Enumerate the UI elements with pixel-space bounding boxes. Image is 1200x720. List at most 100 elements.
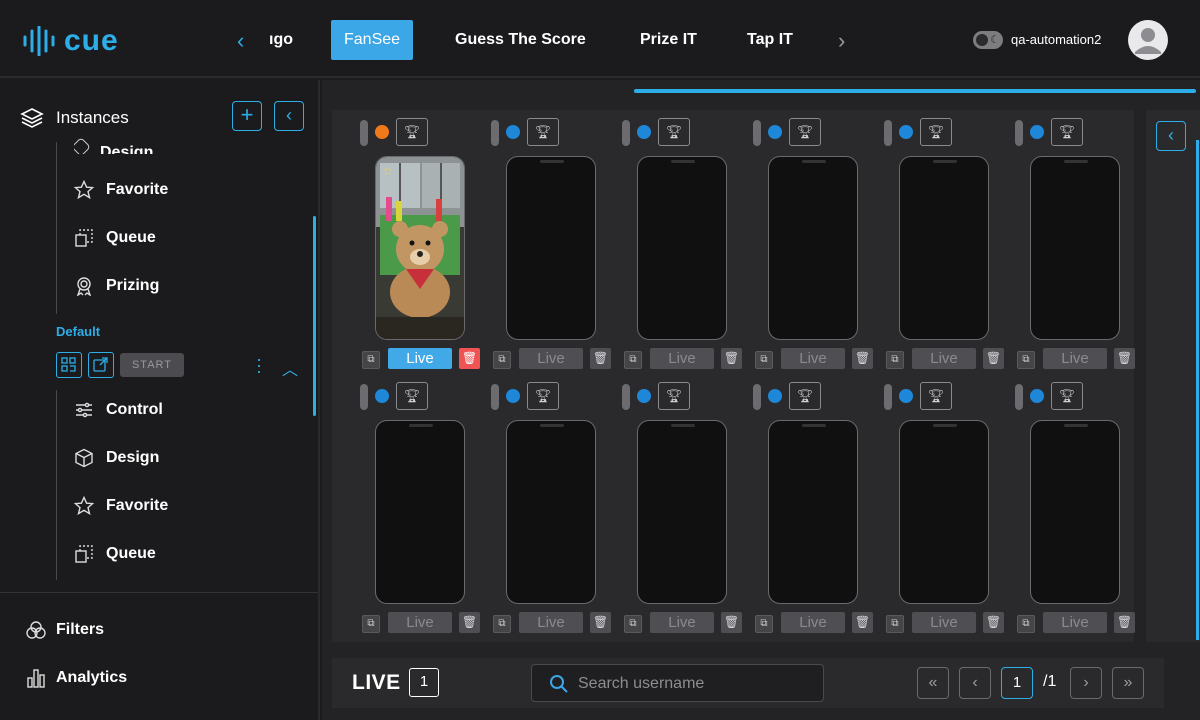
sidebar-item-control[interactable]: Control (74, 400, 163, 420)
copy-icon[interactable]: ⧉ (755, 615, 773, 633)
status-toggle[interactable] (491, 120, 499, 146)
sidebar-item-queue[interactable]: Queue (74, 544, 156, 564)
copy-icon[interactable]: ⧉ (624, 351, 642, 369)
qr-code-button[interactable] (56, 352, 82, 378)
status-toggle[interactable] (884, 120, 892, 146)
sidebar-item-queue[interactable]: Queue (74, 228, 156, 248)
trophy-icon[interactable]: 🏆︎ (920, 118, 952, 146)
copy-icon[interactable]: ⧉ (886, 351, 904, 369)
search-input[interactable] (578, 673, 808, 695)
chevron-up-icon[interactable]: ︿ (282, 356, 298, 380)
trophy-icon[interactable]: 🏆︎ (789, 118, 821, 146)
status-toggle[interactable] (491, 384, 499, 410)
live-button[interactable]: Live (388, 612, 452, 633)
live-button[interactable]: Live (388, 348, 452, 369)
tab-guess-the-score[interactable]: Guess The Score (442, 20, 599, 60)
open-external-button[interactable] (88, 352, 114, 378)
sidebar-item-design-partial[interactable]: Design (74, 136, 153, 154)
phone-preview[interactable] (1030, 420, 1120, 604)
sidebar-item-prizing[interactable]: Prizing (74, 276, 159, 296)
phone-preview[interactable]: ☆ (375, 156, 465, 340)
sidebar-item-design[interactable]: Design (74, 448, 159, 468)
phone-preview[interactable] (637, 156, 727, 340)
copy-icon[interactable]: ⧉ (886, 615, 904, 633)
prev-page-button[interactable]: ‹ (959, 667, 991, 699)
phone-preview[interactable] (899, 156, 989, 340)
copy-icon[interactable]: ⧉ (362, 351, 380, 369)
trophy-icon[interactable]: 🏆︎ (527, 118, 559, 146)
current-page[interactable]: 1 (1001, 667, 1033, 699)
start-button[interactable]: START (120, 353, 184, 377)
copy-icon[interactable]: ⧉ (624, 615, 642, 633)
sidebar-analytics[interactable]: Analytics (26, 668, 127, 688)
trash-icon[interactable]: 🗑︎ (1114, 348, 1135, 369)
copy-icon[interactable]: ⧉ (493, 351, 511, 369)
trophy-icon[interactable]: 🏆︎ (396, 118, 428, 146)
live-button[interactable]: Live (912, 348, 976, 369)
phone-preview[interactable] (768, 420, 858, 604)
tab-tap-it[interactable]: Tap IT (734, 20, 806, 60)
trophy-icon[interactable]: 🏆︎ (527, 382, 559, 410)
svg-text:☆: ☆ (382, 164, 393, 178)
trophy-icon[interactable]: 🏆︎ (1051, 382, 1083, 410)
trophy-icon[interactable]: 🏆︎ (658, 382, 690, 410)
brand-logo[interactable]: cue (22, 24, 119, 58)
add-instance-button[interactable]: + (232, 101, 262, 131)
trophy-icon[interactable]: 🏆︎ (789, 382, 821, 410)
search-box[interactable] (531, 664, 824, 702)
live-button[interactable]: Live (1043, 612, 1107, 633)
trophy-icon[interactable]: 🏆︎ (658, 118, 690, 146)
phone-preview[interactable] (637, 420, 727, 604)
copy-icon[interactable]: ⧉ (362, 615, 380, 633)
collapse-sidebar-button[interactable]: ‹ (274, 101, 304, 131)
first-page-button[interactable]: « (917, 667, 949, 699)
expand-panel-button[interactable]: ‹ (1156, 121, 1186, 151)
phone-preview[interactable] (768, 156, 858, 340)
right-scrollbar[interactable] (1196, 140, 1199, 640)
sidebar-item-favorite[interactable]: Favorite (74, 496, 168, 516)
status-toggle[interactable] (622, 384, 630, 410)
theme-toggle[interactable]: ☾ (973, 31, 1003, 49)
status-toggle[interactable] (622, 120, 630, 146)
live-button[interactable]: Live (519, 612, 583, 633)
copy-icon[interactable]: ⧉ (1017, 615, 1035, 633)
tab-partial[interactable]: ıgo (256, 20, 306, 60)
trophy-icon[interactable]: 🏆︎ (396, 382, 428, 410)
live-button[interactable]: Live (519, 348, 583, 369)
phone-preview[interactable] (1030, 156, 1120, 340)
nav-next-icon[interactable]: › (838, 28, 845, 54)
status-toggle[interactable] (1015, 384, 1023, 410)
status-toggle[interactable] (753, 120, 761, 146)
last-page-button[interactable]: » (1112, 667, 1144, 699)
trophy-icon[interactable]: 🏆︎ (920, 382, 952, 410)
phone-preview[interactable] (506, 420, 596, 604)
nav-prev-icon[interactable]: ‹ (237, 28, 244, 54)
status-toggle[interactable] (1015, 120, 1023, 146)
status-toggle[interactable] (360, 384, 368, 410)
next-page-button[interactable]: › (1070, 667, 1102, 699)
live-button[interactable]: Live (1043, 348, 1107, 369)
trophy-icon[interactable]: 🏆︎ (1051, 118, 1083, 146)
live-button[interactable]: Live (781, 612, 845, 633)
live-button[interactable]: Live (781, 348, 845, 369)
status-toggle[interactable] (884, 384, 892, 410)
phone-preview[interactable] (899, 420, 989, 604)
live-button[interactable]: Live (650, 348, 714, 369)
sidebar-scrollbar[interactable] (313, 216, 316, 416)
sidebar-item-favorite[interactable]: Favorite (74, 180, 168, 200)
avatar[interactable] (1128, 20, 1168, 60)
trash-icon[interactable]: 🗑︎ (1114, 612, 1135, 633)
status-toggle[interactable] (753, 384, 761, 410)
copy-icon[interactable]: ⧉ (493, 615, 511, 633)
live-button[interactable]: Live (650, 612, 714, 633)
live-button[interactable]: Live (912, 612, 976, 633)
phone-preview[interactable] (375, 420, 465, 604)
tab-prize-it[interactable]: Prize IT (627, 20, 710, 60)
copy-icon[interactable]: ⧉ (1017, 351, 1035, 369)
phone-preview[interactable] (506, 156, 596, 340)
status-toggle[interactable] (360, 120, 368, 146)
more-options-icon[interactable]: · · · (256, 350, 262, 380)
copy-icon[interactable]: ⧉ (755, 351, 773, 369)
tab-fansee[interactable]: FanSee (331, 20, 414, 60)
sidebar-filters[interactable]: Filters (26, 620, 104, 640)
